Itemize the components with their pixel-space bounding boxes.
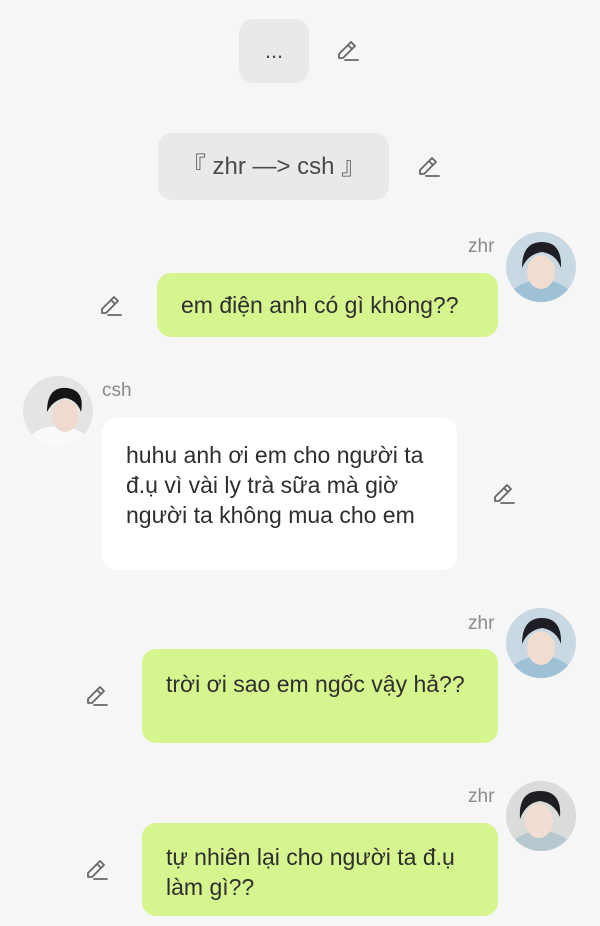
system-message-ellipsis[interactable]: ... xyxy=(239,19,309,83)
avatar[interactable] xyxy=(23,376,93,446)
system-message-transfer[interactable]: 『 zhr —> csh 』 xyxy=(158,133,389,200)
message-text: em điện anh có gì không?? xyxy=(181,292,459,318)
message-bubble-incoming[interactable]: huhu anh ơi em cho người ta đ.ụ vì vài l… xyxy=(102,418,457,570)
pencil-icon[interactable] xyxy=(98,293,124,319)
avatar[interactable] xyxy=(506,232,576,302)
avatar[interactable] xyxy=(506,608,576,678)
sender-name: zhr xyxy=(468,613,495,634)
pencil-icon[interactable] xyxy=(416,154,442,180)
sender-name: zhr xyxy=(468,786,495,807)
message-bubble-outgoing[interactable]: tự nhiên lại cho người ta đ.ụ làm gì?? xyxy=(142,823,498,916)
avatar[interactable] xyxy=(506,781,576,851)
pencil-icon[interactable] xyxy=(84,683,110,709)
pencil-icon[interactable] xyxy=(491,481,517,507)
system-message-text: 『 zhr —> csh 』 xyxy=(181,153,366,180)
pencil-icon[interactable] xyxy=(335,38,361,64)
sender-name: csh xyxy=(102,380,132,401)
message-bubble-outgoing[interactable]: em điện anh có gì không?? xyxy=(157,273,498,337)
message-text: trời ơi sao em ngốc vậy hả?? xyxy=(166,671,465,697)
sender-name: zhr xyxy=(468,236,495,257)
pencil-icon[interactable] xyxy=(84,857,110,883)
message-bubble-outgoing[interactable]: trời ơi sao em ngốc vậy hả?? xyxy=(142,649,498,743)
message-text: tự nhiên lại cho người ta đ.ụ làm gì?? xyxy=(166,844,455,900)
system-message-text: ... xyxy=(264,38,284,63)
message-text: huhu anh ơi em cho người ta đ.ụ vì vài l… xyxy=(126,442,424,528)
